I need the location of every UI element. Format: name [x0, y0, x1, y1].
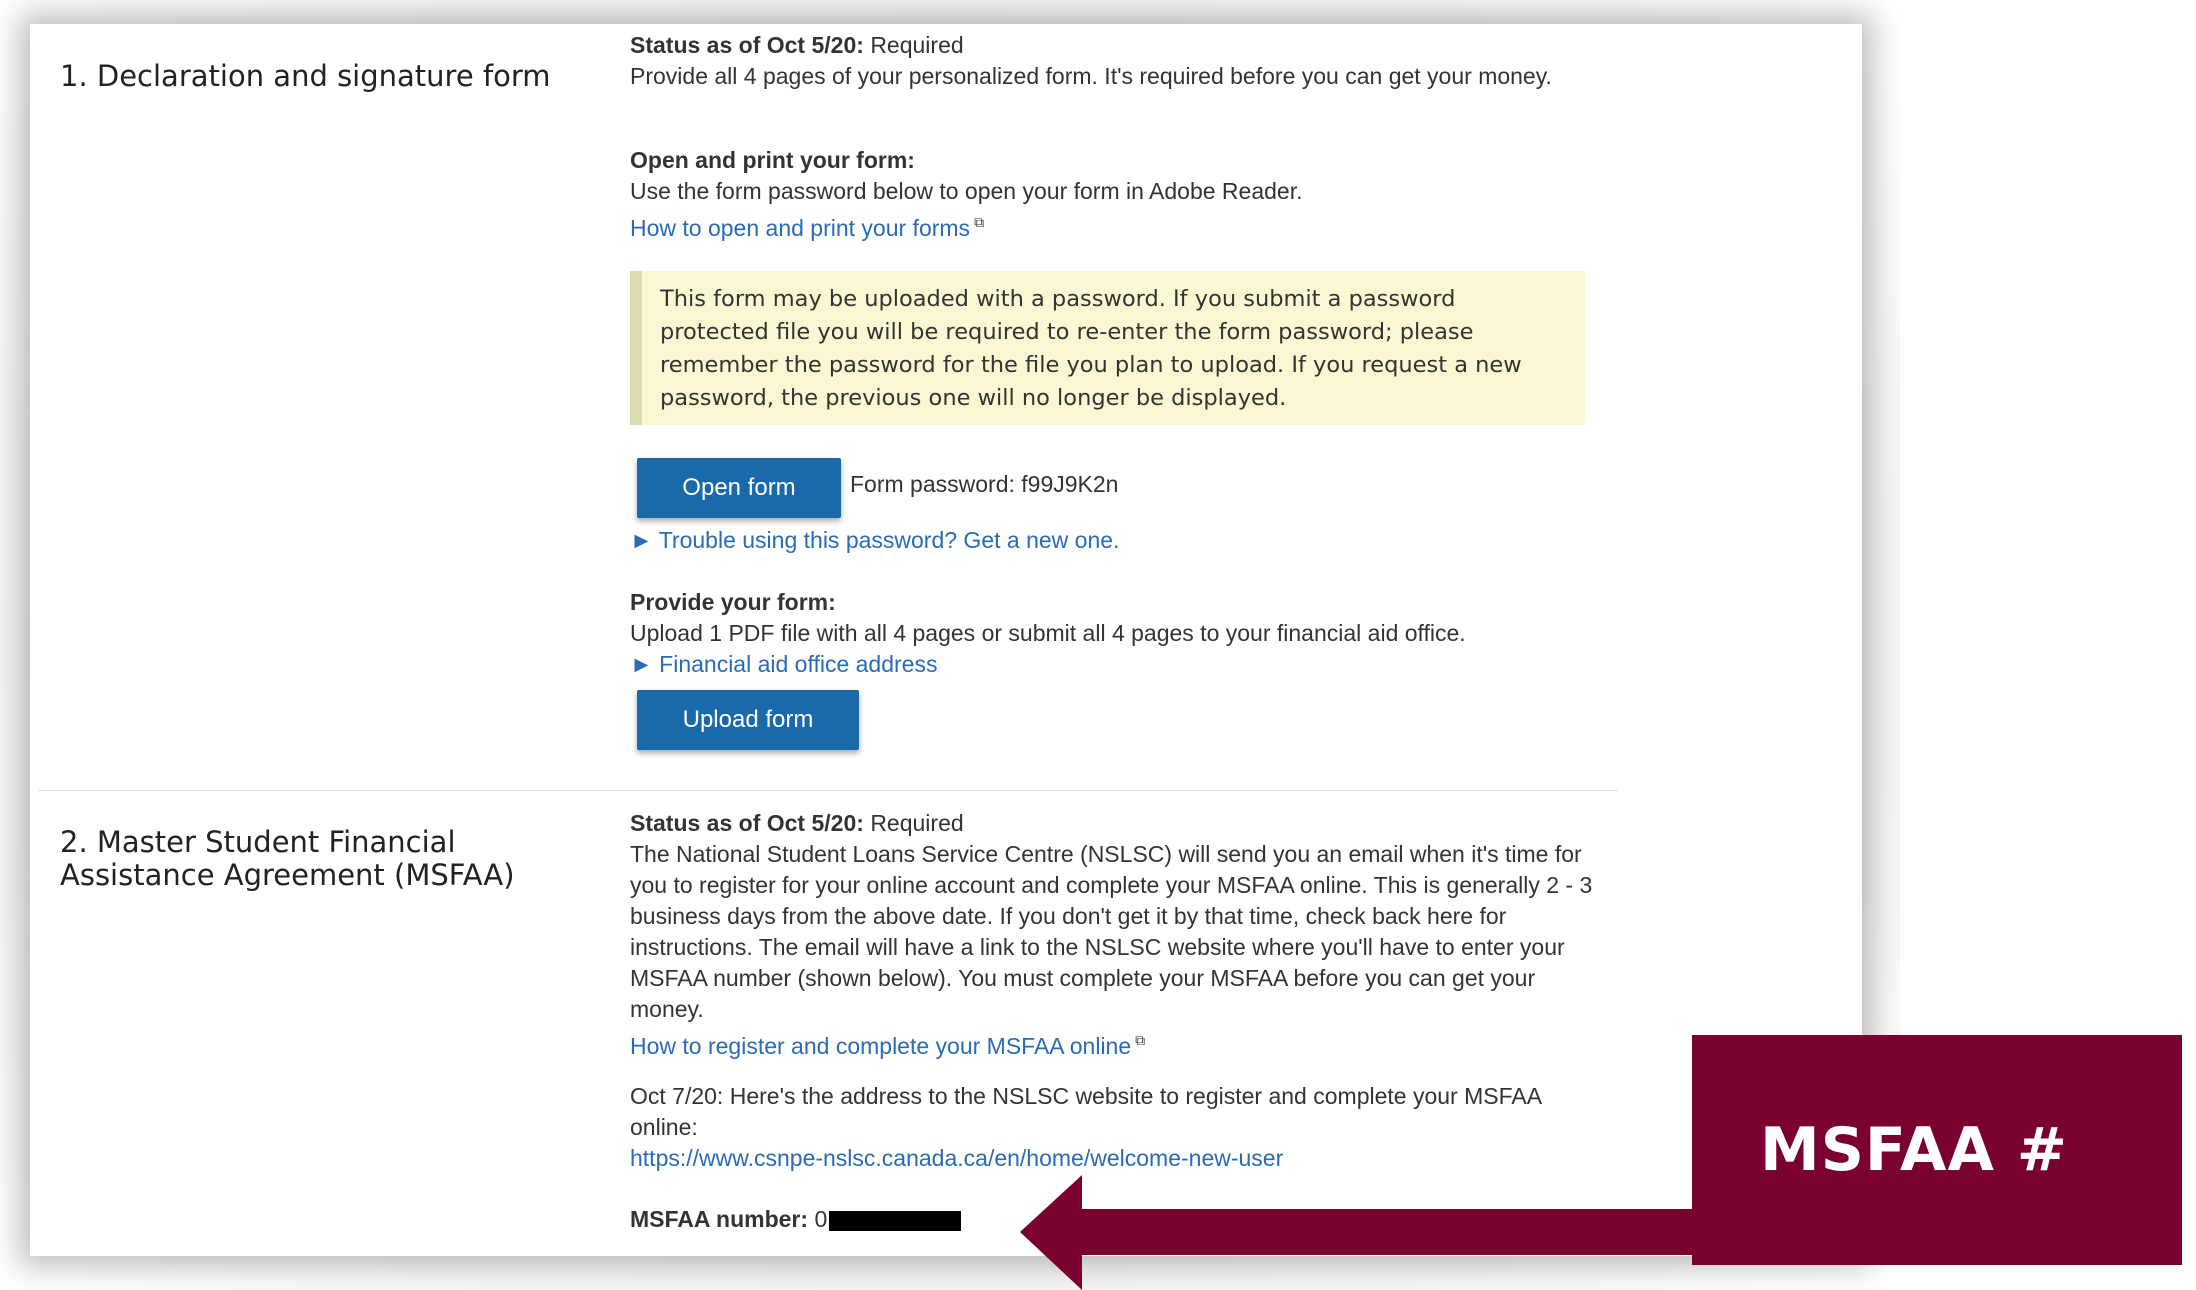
upload-form-button[interactable]: Upload form — [637, 690, 859, 750]
form-password: Form password: f99J9K2n — [850, 471, 1119, 497]
financial-aid-office-link[interactable]: ► Financial aid office address — [630, 651, 937, 677]
section1-title: 1. Declaration and signature form — [60, 59, 551, 93]
section1-status: Status as of Oct 5/20: Required Provide … — [630, 30, 1610, 92]
password-note: This form may be uploaded with a passwor… — [630, 271, 1585, 425]
provide-form-text: Upload 1 PDF file with all 4 pages or su… — [630, 620, 1466, 646]
section1-status-value: Required — [870, 32, 964, 58]
section2-description: The National Student Loans Service Centr… — [630, 841, 1593, 1022]
external-link-icon: ⧉ — [974, 214, 985, 230]
register-msfaa-link-text: How to register and complete your MSFAA … — [630, 1032, 1132, 1059]
open-print-text: Use the form password below to open your… — [630, 178, 1303, 204]
open-form-button[interactable]: Open form — [637, 458, 841, 518]
nslsc-address-block: Oct 7/20: Here's the address to the NSLS… — [630, 1081, 1610, 1174]
section2-status-block: Status as of Oct 5/20: Required The Nati… — [630, 808, 1610, 1062]
open-print-link[interactable]: How to open and print your forms ⧉ — [630, 214, 985, 241]
msfaa-number-label: MSFAA number: — [630, 1206, 809, 1232]
register-msfaa-link[interactable]: How to register and complete your MSFAA … — [630, 1032, 1146, 1059]
section-divider — [38, 790, 1618, 791]
trouble-password-link[interactable]: ► Trouble using this password? Get a new… — [630, 527, 1119, 553]
provide-form-block: Provide your form: Upload 1 PDF file wit… — [630, 587, 1610, 680]
msfaa-callout-label: MSFAA # — [1760, 1115, 2069, 1185]
section2-status-value: Required — [870, 810, 964, 836]
open-print-link-text: How to open and print your forms — [630, 214, 971, 241]
open-print-block: Open and print your form: Use the form p… — [630, 145, 1610, 244]
msfaa-number-prefix: 0 — [814, 1206, 828, 1232]
provide-form-heading: Provide your form: — [630, 589, 836, 615]
content-panel: 1. Declaration and signature form Status… — [30, 24, 1862, 1256]
callout-arrow-icon — [1020, 1175, 1720, 1290]
msfaa-number-redacted — [829, 1210, 962, 1231]
section2-status-label: Status as of Oct 5/20: — [630, 810, 864, 836]
nslsc-url-link[interactable]: https://www.csnpe-nslsc.canada.ca/en/hom… — [630, 1145, 1283, 1171]
trouble-password-block: ► Trouble using this password? Get a new… — [630, 525, 1610, 556]
section1-status-label: Status as of Oct 5/20: — [630, 32, 864, 58]
open-print-heading: Open and print your form: — [630, 147, 915, 173]
section2-title: 2. Master Student Financial Assistance A… — [60, 825, 515, 892]
nslsc-update-text: Oct 7/20: Here's the address to the NSLS… — [630, 1083, 1541, 1140]
section1-description: Provide all 4 pages of your personalized… — [630, 63, 1552, 89]
external-link-icon: ⧉ — [1135, 1032, 1146, 1048]
